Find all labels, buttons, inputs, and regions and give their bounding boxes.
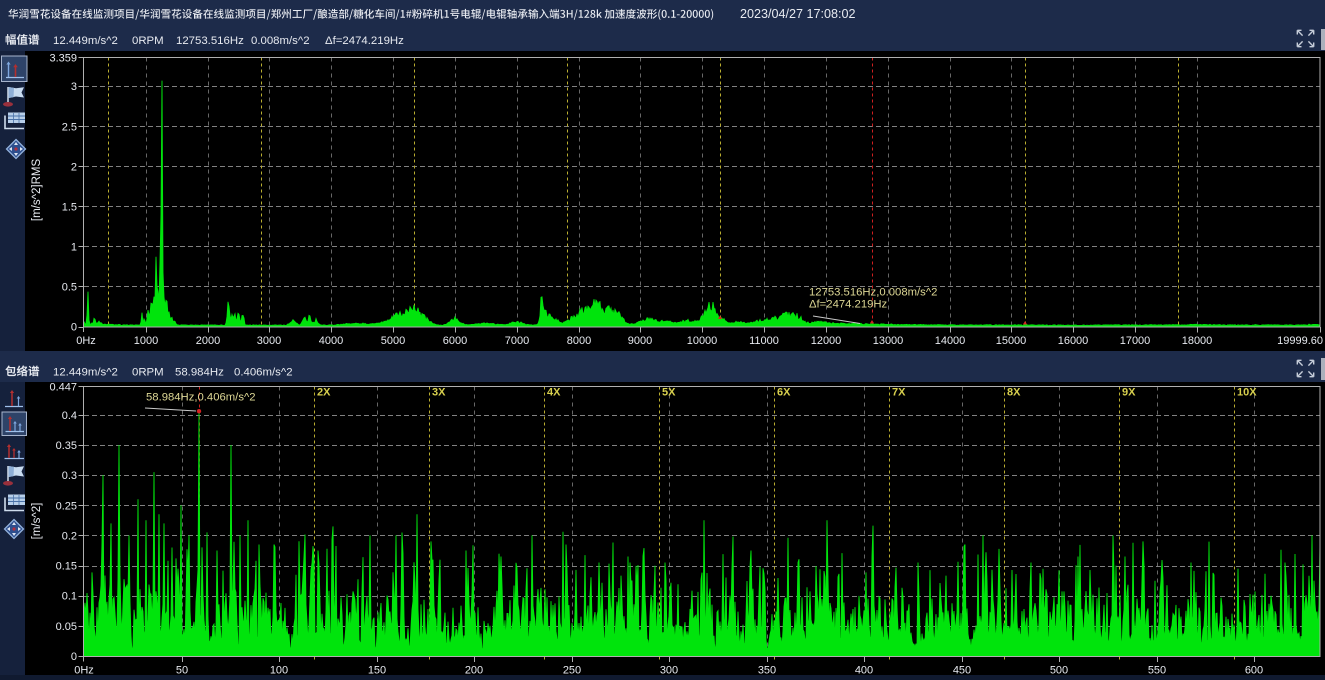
svg-text:0RPM: 0RPM (132, 366, 164, 378)
svg-text:5X: 5X (662, 387, 676, 399)
svg-text:9X: 9X (1122, 387, 1136, 399)
svg-text:6000: 6000 (443, 335, 467, 347)
svg-text:[m/s^2]RMS: [m/s^2]RMS (31, 159, 43, 222)
svg-text:0.5: 0.5 (62, 281, 77, 293)
svg-text:8X: 8X (1007, 387, 1021, 399)
svg-text:2.5: 2.5 (62, 121, 77, 133)
svg-text:0.2: 0.2 (62, 530, 77, 542)
svg-text:17000: 17000 (1120, 335, 1151, 347)
svg-text:7000: 7000 (505, 335, 529, 347)
svg-text:2: 2 (71, 161, 77, 173)
svg-text:3000: 3000 (257, 335, 281, 347)
svg-text:10000: 10000 (687, 335, 718, 347)
svg-text:Δf=2474.219Hz: Δf=2474.219Hz (325, 35, 404, 47)
svg-text:0.008m/s^2: 0.008m/s^2 (251, 35, 310, 47)
svg-text:0.406m/s^2: 0.406m/s^2 (234, 366, 293, 378)
svg-text:0: 0 (71, 651, 77, 663)
svg-text:0RPM: 0RPM (132, 35, 164, 47)
svg-text:12.449m/s^2: 12.449m/s^2 (53, 366, 118, 378)
svg-text:16000: 16000 (1058, 335, 1089, 347)
svg-text:0.05: 0.05 (56, 621, 77, 633)
svg-text:18000: 18000 (1182, 335, 1213, 347)
svg-text:[m/s^2]: [m/s^2] (31, 503, 43, 540)
svg-text:12753.516Hz: 12753.516Hz (176, 35, 244, 47)
svg-text:0.1: 0.1 (62, 591, 77, 603)
svg-text:7X: 7X (892, 387, 906, 399)
svg-text:13000: 13000 (873, 335, 904, 347)
svg-text:0.15: 0.15 (56, 561, 77, 573)
svg-text:12753.516Hz,0.008m/s^2: 12753.516Hz,0.008m/s^2 (809, 287, 937, 299)
svg-text:0.447: 0.447 (49, 382, 77, 394)
svg-text:12.449m/s^2: 12.449m/s^2 (53, 35, 118, 47)
svg-text:11000: 11000 (749, 335, 779, 347)
svg-text:14000: 14000 (935, 335, 966, 347)
svg-text:0.3: 0.3 (62, 470, 77, 482)
svg-text:58.984Hz,0.406m/s^2: 58.984Hz,0.406m/s^2 (146, 392, 256, 404)
svg-text:3: 3 (71, 81, 77, 93)
svg-text:58.984Hz: 58.984Hz (175, 366, 224, 378)
svg-text:0Hz: 0Hz (76, 335, 96, 347)
svg-text:8000: 8000 (567, 335, 591, 347)
svg-text:19999.60: 19999.60 (1277, 335, 1323, 347)
svg-text:1000: 1000 (134, 335, 158, 347)
svg-text:10X: 10X (1237, 387, 1257, 399)
svg-text:0.25: 0.25 (56, 500, 77, 512)
svg-text:9000: 9000 (628, 335, 652, 347)
svg-text:1.5: 1.5 (62, 201, 77, 213)
svg-text:Δf=2474.219Hz: Δf=2474.219Hz (809, 299, 888, 311)
svg-text:2000: 2000 (196, 335, 220, 347)
svg-text:6X: 6X (777, 387, 791, 399)
svg-text:4X: 4X (547, 387, 561, 399)
svg-text:2X: 2X (317, 387, 331, 399)
svg-text:3.359: 3.359 (49, 53, 77, 65)
svg-text:3X: 3X (432, 387, 446, 399)
svg-text:1: 1 (71, 241, 77, 253)
svg-text:2023/04/27 17:08:02: 2023/04/27 17:08:02 (740, 7, 856, 21)
svg-text:0: 0 (71, 322, 77, 334)
svg-text:15000: 15000 (996, 335, 1027, 347)
svg-text:5000: 5000 (381, 335, 405, 347)
svg-text:0.35: 0.35 (56, 440, 77, 452)
svg-text:12000: 12000 (811, 335, 842, 347)
svg-text:0.4: 0.4 (62, 410, 77, 422)
svg-text:4000: 4000 (319, 335, 343, 347)
